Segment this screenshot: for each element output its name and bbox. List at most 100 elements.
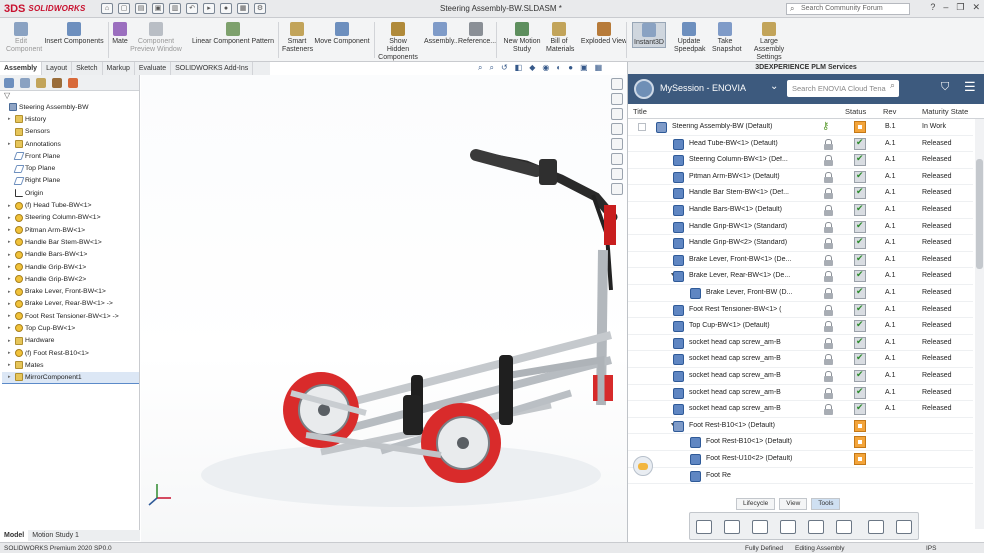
save-icon[interactable]: ▣ <box>152 3 164 14</box>
ribbon-button-3[interactable]: Mate <box>110 22 130 46</box>
tree-item[interactable]: ▸ Steering Column-BW<1> <box>2 212 139 224</box>
options-icon[interactable]: ⚙ <box>254 3 266 14</box>
minimize-icon[interactable]: – <box>943 2 948 13</box>
ribbon-button-9[interactable]: Assembly... <box>424 22 460 46</box>
lifecycle-icon[interactable] <box>724 520 740 534</box>
plm-row[interactable]: socket head cap screw_am-B A.1 Released <box>628 335 973 352</box>
expand-arrow-icon[interactable]: ▸ <box>8 227 15 233</box>
plm-toolbar-tab-2[interactable]: Tools <box>811 498 841 510</box>
lock-icon[interactable] <box>824 155 833 167</box>
plm-toolbar-tab-0[interactable]: Lifecycle <box>736 498 776 510</box>
display-manager-icon[interactable] <box>68 78 78 88</box>
plm-row[interactable]: socket head cap screw_am-B A.1 Released <box>628 351 973 368</box>
solidworks-logo[interactable]: 3DS SOLIDWORKS <box>0 3 95 15</box>
hide-show-icon[interactable]: ◐ <box>556 63 561 73</box>
expand-arrow-icon[interactable]: ▸ <box>8 374 15 380</box>
export-icon[interactable] <box>836 520 852 534</box>
ribbon-button-10[interactable]: Reference... <box>458 22 496 46</box>
tab-3[interactable]: Markup <box>103 62 135 75</box>
tab-1[interactable]: Layout <box>42 62 73 75</box>
plm-row[interactable]: Top Cup-BW<1> (Default) A.1 Released <box>628 318 973 335</box>
expand-arrow-icon[interactable]: ▸ <box>8 203 15 209</box>
print-icon[interactable] <box>808 520 824 534</box>
hamburger-menu-icon[interactable]: ☰ <box>964 79 976 95</box>
cloud-save-icon[interactable] <box>633 456 653 476</box>
expand-arrow-icon[interactable]: ▸ <box>8 289 15 295</box>
tree-item[interactable]: ▸ Brake Lever, Rear-BW<1> -> <box>2 298 139 310</box>
previous-view-icon[interactable]: ↺ <box>501 63 508 73</box>
tree-item[interactable]: Front Plane <box>2 150 139 162</box>
plm-services-icon[interactable] <box>611 183 623 195</box>
attributes-icon[interactable] <box>752 520 768 534</box>
lock-icon[interactable] <box>824 254 833 266</box>
section-view-icon[interactable]: ◧ <box>515 63 523 73</box>
plm-row[interactable]: Foot Rest-B10<1> (Default) <box>628 434 973 451</box>
zoom-area-icon[interactable]: ⌕ <box>489 63 493 73</box>
display-style-icon[interactable]: ◉ <box>542 63 549 73</box>
view-settings-icon[interactable]: ▦ <box>595 63 603 73</box>
view-palette-icon[interactable] <box>611 123 623 135</box>
rebuild-icon[interactable]: ● <box>220 3 232 14</box>
tree-item[interactable]: ▸ (f) Head Tube-BW<1> <box>2 199 139 211</box>
tab-0[interactable]: Assembly <box>0 62 43 75</box>
scene-icon[interactable]: ▣ <box>580 63 588 73</box>
view-orientation-icon[interactable]: ◆ <box>529 63 535 73</box>
tree-item[interactable]: ▸ Pitman Arm-BW<1> <box>2 224 139 236</box>
plm-row[interactable]: Pitman Arm-BW<1> (Default) A.1 Released <box>628 169 973 186</box>
tree-item[interactable]: ▸ Hardware <box>2 335 139 347</box>
plm-row[interactable]: ▾Brake Lever, Rear-BW<1> (De...A.1Releas… <box>628 268 973 285</box>
plm-row[interactable]: Steering Assembly-BW (Default) ⚷ B.1 In Wor… <box>628 119 973 136</box>
plm-row[interactable]: Steering Column-BW<1> (Def... A.1 Released <box>628 152 973 169</box>
column-rev[interactable]: Rev <box>883 107 896 116</box>
scrollbar-thumb[interactable] <box>976 159 983 269</box>
ribbon-button-11[interactable]: New Motion Study <box>502 22 542 54</box>
plm-row[interactable]: socket head cap screw_am-B A.1 Released <box>628 401 973 418</box>
structure-icon[interactable] <box>696 520 712 534</box>
expand-arrow-icon[interactable]: ▸ <box>8 276 15 282</box>
plm-toolbar-tab-1[interactable]: View <box>779 498 808 510</box>
settings-gear-icon[interactable] <box>868 520 884 534</box>
tree-item[interactable]: ▸ Top Cup-BW<1> <box>2 322 139 334</box>
new-document-icon[interactable]: ▢ <box>118 3 130 14</box>
lock-icon[interactable] <box>824 271 833 283</box>
tab-5[interactable]: SOLIDWORKS Add-Ins <box>171 62 254 75</box>
lock-icon[interactable] <box>824 171 833 183</box>
home-icon[interactable]: ⌂ <box>101 3 113 14</box>
undo-icon[interactable]: ↶ <box>186 3 198 14</box>
open-icon[interactable]: ▤ <box>135 3 147 14</box>
lock-icon[interactable] <box>824 404 833 416</box>
expand-arrow-icon[interactable]: ▸ <box>8 141 15 147</box>
expand-arrow-icon[interactable]: ▸ <box>8 264 15 270</box>
tag-icon[interactable]: ⛉ <box>941 81 949 94</box>
help-icon[interactable]: ? <box>930 2 935 13</box>
plm-row[interactable]: Handle Grip-BW<1> (Standard) A.1 Released <box>628 219 973 236</box>
column-title[interactable]: Title <box>633 107 647 116</box>
tree-item[interactable]: ▸ Mates <box>2 359 139 371</box>
enovia-search-input[interactable]: Search ENOVIA Cloud Tena <box>787 80 899 97</box>
ribbon-button-7[interactable]: Move Component <box>312 22 372 46</box>
key-icon[interactable]: ⚷ <box>822 121 829 132</box>
plm-row[interactable]: Foot Re <box>628 468 973 485</box>
search-icon[interactable]: ⌕ <box>890 80 895 91</box>
tab-2[interactable]: Sketch <box>72 62 103 75</box>
plm-row[interactable]: Foot Rest-U10<2> (Default) <box>628 451 973 468</box>
tree-item[interactable]: Right Plane <box>2 175 139 187</box>
plm-row[interactable]: Brake Lever, Front-BW<1> (De... A.1 Releas… <box>628 252 973 269</box>
custom-properties-icon[interactable] <box>611 153 623 165</box>
zoom-to-fit-icon[interactable]: ⌕ <box>478 63 482 73</box>
tree-item[interactable]: ▸ Handle Grip-BW<1> <box>2 261 139 273</box>
plm-row[interactable]: Brake Lever, Front-BW (D... A.1 Released <box>628 285 973 302</box>
plm-row[interactable]: Handle Bars-BW<1> (Default) A.1 Released <box>628 202 973 219</box>
lock-icon[interactable] <box>824 354 833 366</box>
tree-item[interactable]: ▸ MirrorComponent1 <box>2 371 139 384</box>
ribbon-button-13[interactable]: Exploded View <box>580 22 628 46</box>
file-explorer-icon[interactable] <box>611 108 623 120</box>
ribbon-button-17[interactable]: Large Assembly Settings <box>745 22 793 62</box>
configuration-manager-icon[interactable] <box>36 78 46 88</box>
tree-item[interactable]: ▸ Handle Bar Stem-BW<1> <box>2 236 139 248</box>
lock-icon[interactable] <box>824 205 833 216</box>
expand-arrow-icon[interactable]: ▸ <box>8 313 15 319</box>
ribbon-button-8[interactable]: Show Hidden Components <box>378 22 418 62</box>
design-library-icon[interactable] <box>611 93 623 105</box>
ribbon-button-16[interactable]: Take Snapshot <box>712 22 742 54</box>
